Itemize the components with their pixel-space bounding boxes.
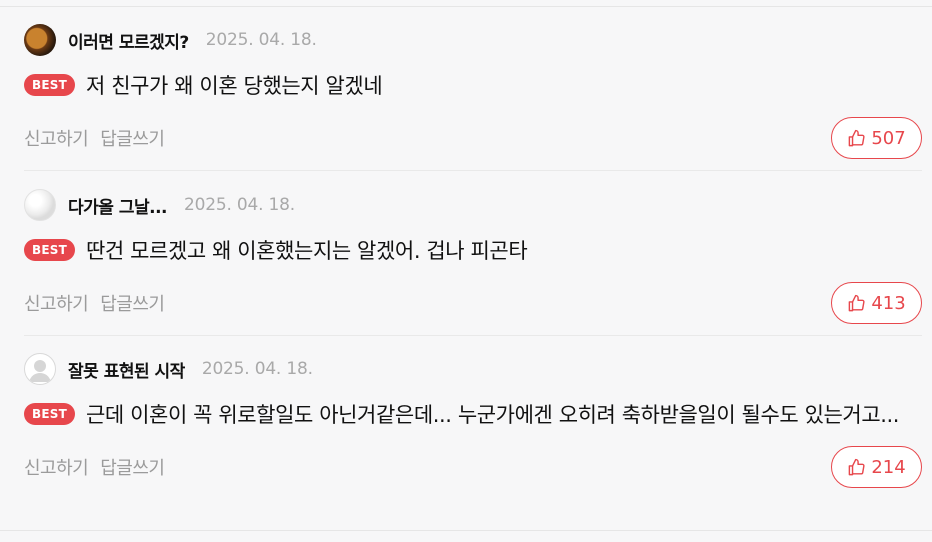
comment-text: 딴건 모르겠고 왜 이혼했는지는 알겠어. 겁나 피곤타 — [86, 239, 528, 263]
best-badge: BEST — [24, 239, 75, 261]
like-count: 507 — [871, 127, 906, 149]
best-badge: BEST — [24, 403, 75, 425]
comment-actions: 신고하기 답글쓰기 413 — [24, 282, 922, 326]
like-button[interactable]: 507 — [831, 117, 922, 159]
thumbs-up-icon — [848, 458, 865, 475]
comment-item: 다가올 그날... 2025. 04. 18. BEST 딴건 모르겠고 왜 이혼… — [24, 189, 922, 326]
comment-item: 잘못 표현된 시작 2025. 04. 18. BEST 근데 이혼이 꼭 위로할… — [24, 353, 922, 490]
comment-actions: 신고하기 답글쓰기 507 — [24, 117, 922, 161]
bottom-divider — [0, 530, 932, 531]
avatar[interactable] — [24, 189, 56, 221]
comment-header: 이러면 모르겠지? 2025. 04. 18. — [24, 24, 922, 56]
reply-button[interactable]: 답글쓰기 — [100, 294, 165, 315]
like-button[interactable]: 214 — [831, 446, 922, 488]
thumbs-up-icon — [848, 129, 865, 146]
report-button[interactable]: 신고하기 — [24, 129, 89, 150]
report-button[interactable]: 신고하기 — [24, 458, 89, 479]
best-badge: BEST — [24, 74, 75, 96]
comment-text: 저 친구가 왜 이혼 당했는지 알겠네 — [86, 74, 383, 98]
thumbs-up-icon — [848, 294, 865, 311]
comment-list: 이러면 모르겠지? 2025. 04. 18. BEST 저 친구가 왜 이혼 당… — [0, 0, 932, 542]
comment-divider — [24, 170, 922, 171]
default-user-icon — [29, 360, 51, 382]
like-button[interactable]: 413 — [831, 282, 922, 324]
comment-body: BEST 딴건 모르겠고 왜 이혼했는지는 알겠어. 겁나 피곤타 — [24, 235, 922, 268]
comment-author[interactable]: 잘못 표현된 시작 — [68, 357, 185, 382]
comment-text: 근데 이혼이 꼭 위로할일도 아닌거같은데... 누군가에겐 오히려 축하받을일… — [86, 403, 900, 427]
comment-body: BEST 근데 이혼이 꼭 위로할일도 아닌거같은데... 누군가에겐 오히려 축… — [24, 399, 922, 432]
comment-date: 2025. 04. 18. — [184, 195, 295, 215]
like-count: 214 — [871, 456, 906, 478]
top-divider — [0, 6, 932, 7]
like-count: 413 — [871, 292, 906, 314]
comment-item: 이러면 모르겠지? 2025. 04. 18. BEST 저 친구가 왜 이혼 당… — [24, 24, 922, 161]
reply-button[interactable]: 답글쓰기 — [100, 129, 165, 150]
report-button[interactable]: 신고하기 — [24, 294, 89, 315]
comment-divider — [24, 335, 922, 336]
comment-header: 잘못 표현된 시작 2025. 04. 18. — [24, 353, 922, 385]
reply-button[interactable]: 답글쓰기 — [100, 458, 165, 479]
comment-actions: 신고하기 답글쓰기 214 — [24, 446, 922, 490]
comment-date: 2025. 04. 18. — [201, 359, 313, 379]
comment-author[interactable]: 다가올 그날... — [68, 193, 168, 218]
avatar[interactable] — [24, 353, 56, 385]
comment-header: 다가올 그날... 2025. 04. 18. — [24, 189, 922, 221]
comment-date: 2025. 04. 18. — [205, 30, 317, 50]
avatar[interactable] — [24, 24, 56, 56]
comment-body: BEST 저 친구가 왜 이혼 당했는지 알겠네 — [24, 70, 922, 103]
comment-author[interactable]: 이러면 모르겠지? — [68, 28, 189, 53]
